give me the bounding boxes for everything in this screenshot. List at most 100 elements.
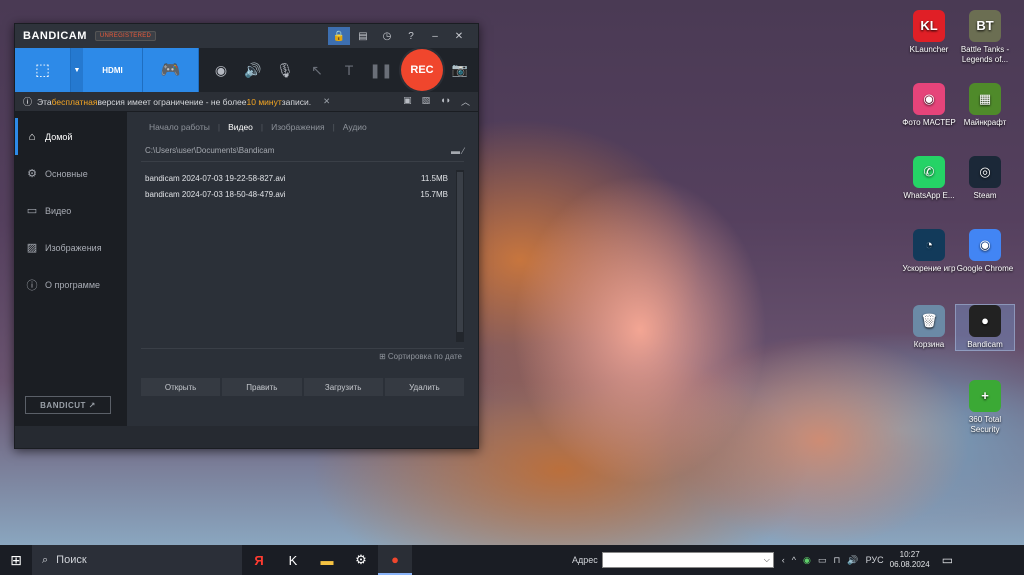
klauncher-taskbar-icon[interactable]: K [276, 545, 310, 575]
desktop-shortcut[interactable]: ▦ Майнкрафт [956, 83, 1014, 128]
minecraft-icon: ▦ [969, 83, 1001, 115]
desktop-shortcut[interactable]: ◉ Фото МАСТЕР [900, 83, 958, 128]
tray-volume-icon[interactable]: 🔊 [847, 555, 858, 566]
webcam-icon[interactable]: ◉ [205, 48, 237, 92]
file-explorer-icon[interactable]: ▬ [310, 545, 344, 575]
clock[interactable]: 10:27 06.08.2024 [890, 550, 930, 570]
cursor-icon[interactable]: ↖ [301, 48, 333, 92]
audio-icon[interactable]: ◖◗ [440, 95, 451, 108]
image-icon[interactable]: ▧ [422, 95, 431, 108]
sidebar-item-label: Домой [45, 131, 73, 142]
sidebar-item-video[interactable]: ▭ Видео [15, 192, 127, 229]
whatsapp-icon: ✆ [913, 156, 945, 188]
microphone-icon[interactable]: 🎙 [269, 48, 301, 92]
speaker-icon[interactable]: 🔊 [237, 48, 269, 92]
desktop-shortcut[interactable]: ◎ Steam [956, 156, 1014, 201]
sidebar-item-about[interactable]: ⓘ О программе [15, 266, 127, 303]
search-placeholder: Поиск [56, 554, 87, 566]
tray-battery-icon[interactable]: ▭ [818, 555, 827, 566]
open-folder-icon[interactable]: ▬ ⁄ [451, 146, 464, 156]
chrome-icon: ◉ [969, 229, 1001, 261]
desktop-shortcut[interactable]: BT Battle Tanks - Legends of... [956, 10, 1014, 65]
upload-button[interactable]: Загрузить [303, 378, 383, 396]
desktop-shortcut[interactable]: ● Bandicam [955, 304, 1015, 351]
clock-icon[interactable]: ◷ [376, 27, 398, 45]
recycle-bin-icon: 🗑 [913, 305, 945, 337]
photo-master-icon: ◉ [913, 83, 945, 115]
desktop-shortcut-label: Ускорение игр [902, 264, 956, 273]
sidebar-item-label: Видео [45, 205, 72, 216]
desktop-shortcut-label: 360 Total Security [968, 415, 1002, 434]
file-size: 11.5MB [421, 173, 448, 183]
desktop-shortcut-label: Bandicam [967, 340, 1003, 349]
desktop-shortcut[interactable]: ◔ Ускорение игр [900, 229, 958, 274]
desktop-shortcut[interactable]: ◉ Google Chrome [956, 229, 1014, 274]
sidebar-item-label: Изображения [45, 242, 102, 253]
tabs: Начало работы | Видео | Изображения | Аудио [141, 114, 464, 140]
tray-network-icon[interactable]: ⊓ [833, 555, 840, 566]
desktop-shortcut[interactable]: KL KLauncher [900, 10, 958, 55]
language-indicator[interactable]: РУС [866, 555, 884, 565]
close-button[interactable]: ✕ [448, 27, 470, 45]
tab-2[interactable]: Видео [220, 122, 261, 132]
text-icon[interactable]: T [333, 48, 365, 92]
general-icon: ⚙ [27, 168, 37, 180]
images-icon: ▨ [26, 242, 38, 254]
camera-icon[interactable]: 📷 [447, 48, 473, 92]
sidebar-item-home[interactable]: ⌂ Домой [15, 118, 127, 155]
video-icon[interactable]: ▣ [403, 95, 412, 108]
notice-close-icon[interactable]: ✕ [323, 96, 330, 107]
folder-icon[interactable]: ▤ [352, 27, 374, 45]
clock-date: 06.08.2024 [889, 560, 930, 569]
file-row[interactable]: bandicam 2024-07-03 18-50-48-479.avi 15.7… [141, 186, 464, 202]
rec-button[interactable]: REC [401, 49, 443, 91]
chevron-down-icon[interactable]: ▼ [71, 48, 83, 92]
sidebar-item-general[interactable]: ⚙ Основные [15, 155, 127, 192]
file-row[interactable]: bandicam 2024-07-03 19-22-58-827.avi 11.5… [141, 170, 464, 186]
notice-suffix: записи. [281, 96, 312, 107]
desktop-shortcut[interactable]: +360 Total Security [956, 380, 1014, 435]
address-field[interactable]: ⌵ [601, 552, 774, 568]
about-icon: ⓘ [26, 279, 38, 292]
bandicam-window: BANDICAM UNREGISTERED 🔒 ▤ ◷ ? – ✕ ⬚ ▼ HD… [14, 23, 479, 449]
collapse-icon[interactable]: ︿ [461, 95, 470, 108]
scrollbar[interactable] [456, 170, 464, 342]
game-mode-button[interactable]: 🎮 [143, 48, 199, 92]
desktop-shortcut[interactable]: 🗑 Корзина [900, 305, 958, 350]
pause-icon[interactable]: ❚❚ [365, 48, 397, 92]
minimize-button[interactable]: – [424, 27, 446, 45]
hdmi-mode-button[interactable]: HDMI [83, 48, 143, 92]
start-icon[interactable]: ⊞ [0, 545, 32, 575]
taskbar-search[interactable]: ⌕ Поиск [32, 545, 242, 575]
bandicam-taskbar-icon[interactable]: ● [378, 545, 412, 575]
notification-icon[interactable]: ▭ [942, 553, 953, 567]
settings-icon[interactable]: ⚙ [344, 545, 378, 575]
system-tray: ‹ ^ ◉ ▭ ⊓ 🔊 РУС [782, 555, 884, 566]
file-name: bandicam 2024-07-03 18-50-48-479.avi [145, 189, 286, 199]
sort-button[interactable]: ⊞ Сортировка по дате [141, 348, 464, 364]
tray-chevron-icon[interactable]: ‹ [782, 555, 785, 565]
tray-expand-icon[interactable]: ^ [792, 555, 796, 565]
tab-1[interactable]: Начало работы [141, 122, 218, 132]
sidebar-item-images[interactable]: ▨ Изображения [15, 229, 127, 266]
tray-status-icon[interactable]: ◉ [803, 555, 811, 566]
clock-time: 10:27 [899, 550, 920, 559]
desktop-shortcut[interactable]: ✆ WhatsApp E... [900, 156, 958, 201]
screen-mode-button[interactable]: ⬚ [15, 48, 71, 92]
yandex-browser-icon[interactable]: Я [242, 545, 276, 575]
steam-icon: ◎ [969, 156, 1001, 188]
help-icon[interactable]: ? [400, 27, 422, 45]
lock-icon[interactable]: 🔒 [328, 27, 350, 45]
output-path: C:\Users\user\Documents\Bandicam [145, 146, 275, 155]
info-icon: ⓘ [23, 97, 33, 107]
tab-3[interactable]: Изображения [263, 122, 332, 132]
recording-toolbar: ⬚ ▼ HDMI 🎮 ◉ 🔊 🎙 ↖ T ❚❚ REC 📷 [15, 48, 478, 92]
file-actions: Открыть Править Загрузить Удалить [141, 378, 464, 396]
tab-4[interactable]: Аудио [335, 122, 375, 132]
notice-free[interactable]: бесплатная [52, 97, 98, 107]
desktop-shortcut-label: Майнкрафт [963, 118, 1007, 127]
delete-button[interactable]: Удалить [384, 378, 464, 396]
bandicut-button[interactable]: BANDICUT ↗ [25, 396, 111, 414]
edit-button[interactable]: Править [222, 378, 302, 396]
open-button[interactable]: Открыть [141, 378, 221, 396]
